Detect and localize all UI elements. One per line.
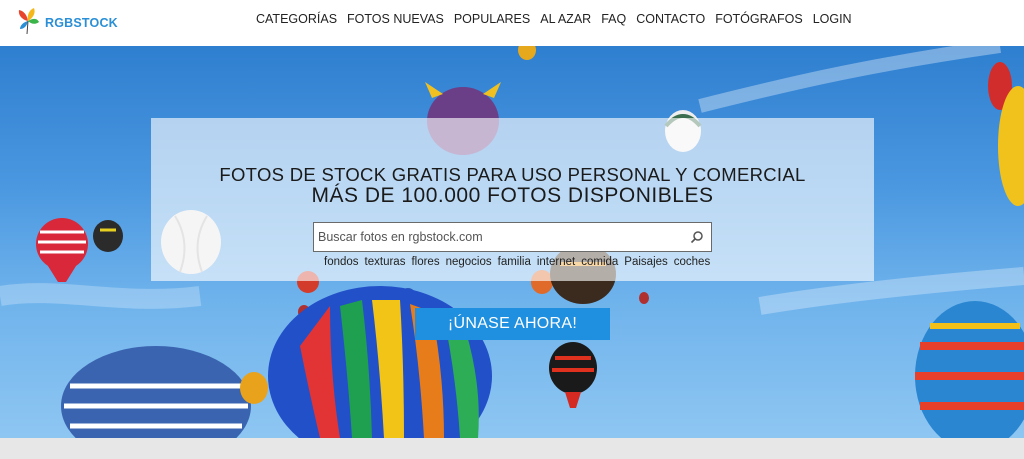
nav-item-fotos-nuevas[interactable]: FOTOS NUEVAS bbox=[347, 12, 444, 26]
tag-link[interactable]: flores bbox=[411, 256, 439, 268]
tag-link[interactable]: familia bbox=[498, 256, 531, 268]
leaf-logo-icon bbox=[18, 8, 39, 35]
tag-link[interactable]: texturas bbox=[365, 256, 406, 268]
search-box bbox=[313, 222, 712, 252]
logo[interactable]: RGBSTOCK bbox=[17, 7, 118, 35]
hero-headline: FOTOS DE STOCK GRATIS PARA USO PERSONAL … bbox=[219, 164, 806, 185]
nav-item-al-azar[interactable]: AL AZAR bbox=[540, 12, 591, 26]
nav-item-faq[interactable]: FAQ bbox=[601, 12, 626, 26]
nav-item-fotografos[interactable]: FOTÓGRAFOS bbox=[715, 12, 803, 26]
tag-link[interactable]: coches bbox=[674, 256, 710, 268]
popular-tags: fondos texturas flores negocios familia … bbox=[324, 256, 710, 268]
hero-subheadline: MÁS DE 100.000 FOTOS DISPONIBLES bbox=[311, 184, 714, 207]
nav-item-contacto[interactable]: CONTACTO bbox=[636, 12, 705, 26]
tag-link[interactable]: internet bbox=[537, 256, 575, 268]
nav-item-populares[interactable]: POPULARES bbox=[454, 12, 530, 26]
tag-link[interactable]: negocios bbox=[446, 256, 492, 268]
search-icon[interactable] bbox=[690, 230, 704, 244]
hero-panel: FOTOS DE STOCK GRATIS PARA USO PERSONAL … bbox=[151, 118, 874, 281]
join-now-button[interactable]: ¡ÚNASE AHORA! bbox=[415, 308, 610, 340]
tag-link[interactable]: comida bbox=[581, 256, 618, 268]
page-bottom-strip bbox=[0, 438, 1024, 459]
hero-banner: FOTOS DE STOCK GRATIS PARA USO PERSONAL … bbox=[0, 46, 1024, 438]
search-input[interactable] bbox=[318, 226, 678, 248]
brand-name: RGBSTOCK bbox=[45, 15, 118, 30]
nav-item-categorias[interactable]: CATEGORÍAS bbox=[256, 12, 337, 26]
top-navbar: RGBSTOCK CATEGORÍAS FOTOS NUEVAS POPULAR… bbox=[0, 0, 1024, 46]
tag-link[interactable]: fondos bbox=[324, 256, 359, 268]
nav-item-login[interactable]: LOGIN bbox=[813, 12, 852, 26]
main-nav: CATEGORÍAS FOTOS NUEVAS POPULARES AL AZA… bbox=[256, 12, 852, 26]
tag-link[interactable]: Paisajes bbox=[624, 256, 667, 268]
